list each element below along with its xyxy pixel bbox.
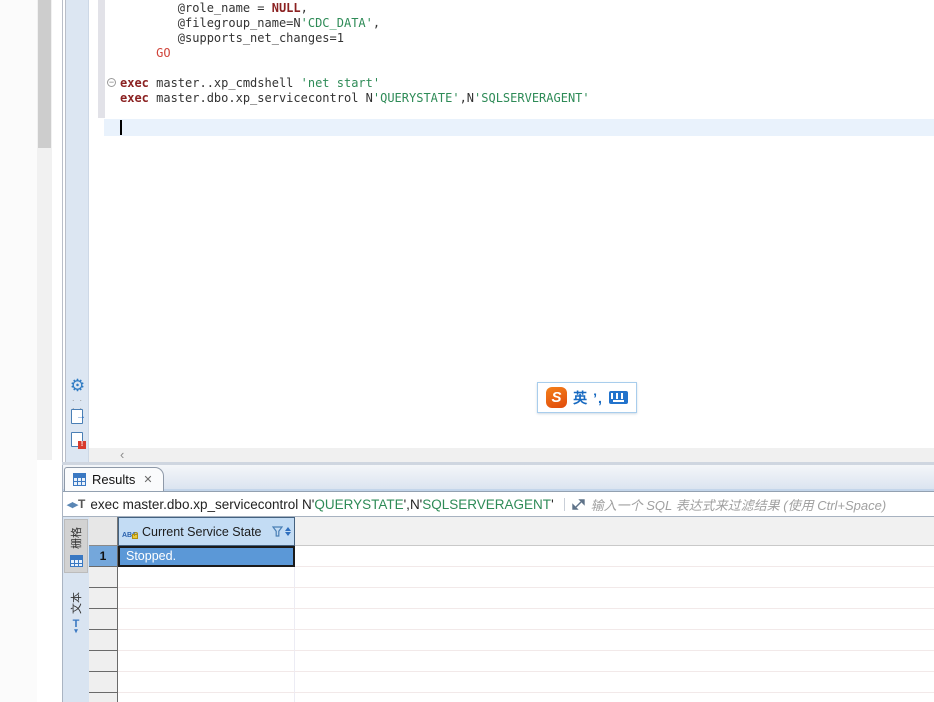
row-number-cell[interactable] (89, 672, 118, 693)
left-panel-edge (0, 0, 37, 702)
table-row[interactable] (89, 567, 934, 588)
horizontal-scrollbar[interactable]: ‹ (89, 448, 934, 462)
row-filler (295, 546, 934, 567)
current-line-highlight (104, 119, 934, 136)
changed-lines-bar (98, 0, 105, 118)
grid-icon (73, 473, 86, 486)
filter-placeholder: 输入一个 SQL 表达式来过滤结果 (使用 Ctrl+Space) (591, 495, 887, 514)
row-number-cell[interactable] (89, 693, 118, 702)
table-row[interactable] (89, 630, 934, 651)
tab-results[interactable]: Results ✕ (64, 467, 164, 491)
table-row[interactable] (89, 693, 934, 702)
close-icon[interactable]: ✕ (143, 473, 152, 486)
filter-funnel-icon[interactable] (272, 526, 283, 538)
table-row[interactable] (89, 588, 934, 609)
gear-icon[interactable]: ⚙ (69, 377, 86, 394)
expand-filter-icon[interactable] (564, 498, 585, 511)
data-cell[interactable] (118, 609, 295, 630)
keyboard-icon[interactable] (609, 391, 628, 404)
table-row[interactable] (89, 609, 934, 630)
table-row[interactable] (89, 672, 934, 693)
editor-side-toolbar: ⚙ · · · · → ! (66, 0, 89, 462)
filter-query-text[interactable]: exec master.dbo.xp_servicecontrol N'QUER… (90, 497, 553, 512)
script-error-icon[interactable]: ! (71, 432, 83, 447)
tab-results-label: Results (92, 472, 135, 487)
code-line: GO (120, 46, 590, 61)
scroll-left-icon[interactable]: ‹ (120, 448, 124, 462)
tab-grid-presentation[interactable]: 栅格 (64, 519, 88, 573)
row-number-cell[interactable]: 1 (89, 546, 118, 567)
sogou-logo-icon[interactable]: S (546, 387, 567, 408)
results-tabstrip: Results ✕ (63, 465, 934, 491)
row-filler (295, 588, 934, 609)
data-cell[interactable] (118, 588, 295, 609)
text-cursor (120, 120, 122, 135)
row-number-cell[interactable] (89, 567, 118, 588)
results-grid-area: 栅格 文本 T▾ ABC Current Service State (63, 517, 934, 702)
sort-arrows-icon[interactable] (285, 527, 291, 536)
row-number-cell[interactable] (89, 651, 118, 672)
code-line: exec master..xp_cmdshell 'net start' (120, 76, 590, 91)
data-cell[interactable] (118, 630, 295, 651)
code-line: @filegroup_name=N'CDC_DATA', (120, 16, 590, 31)
vertical-scrollbar-thumb[interactable] (38, 0, 51, 148)
export-script-icon[interactable]: → (71, 409, 83, 424)
code-line (120, 61, 590, 76)
row-filler (295, 672, 934, 693)
row-filler (295, 567, 934, 588)
row-filler (295, 609, 934, 630)
results-filter-bar[interactable]: ◂▸T exec master.dbo.xp_servicecontrol N'… (63, 491, 934, 517)
data-cell[interactable] (118, 693, 295, 702)
column-header-current-service-state[interactable]: ABC Current Service State (118, 517, 295, 546)
row-number-cell[interactable] (89, 630, 118, 651)
sql-code-editor[interactable]: − @role_name = NULL, @filegroup_name=N'C… (89, 0, 934, 448)
row-filler (295, 651, 934, 672)
table-row-selected[interactable]: 1Stopped. (89, 546, 934, 567)
row-filler (295, 693, 934, 702)
table-row[interactable] (89, 651, 934, 672)
row-number-cell[interactable] (89, 588, 118, 609)
sql-editor-window: ⚙ · · · · → ! − @role_name = NULL, @file… (0, 0, 934, 702)
presentation-tabs: 栅格 文本 T▾ (63, 517, 89, 702)
ime-language-mode[interactable]: 英 (573, 388, 587, 408)
grid-body: 1Stopped. (89, 546, 934, 702)
vertical-scrollbar[interactable] (37, 0, 52, 460)
ime-toolbar[interactable]: S 英 ’, (537, 382, 637, 413)
fold-collapse-icon[interactable]: − (107, 78, 116, 87)
data-cell[interactable] (118, 651, 295, 672)
result-grid[interactable]: ABC Current Service State 1St (89, 517, 934, 702)
row-number-cell[interactable] (89, 609, 118, 630)
row-filler (295, 630, 934, 651)
code-line: exec master.dbo.xp_servicecontrol N'QUER… (120, 91, 590, 106)
tab-text-presentation[interactable]: 文本 T▾ (64, 585, 88, 639)
code-line (120, 106, 590, 121)
grid-presentation-icon (70, 555, 83, 567)
data-cell[interactable] (118, 672, 295, 693)
results-panel: Results ✕ ◂▸T exec master.dbo.xp_service… (62, 465, 934, 702)
grid-header-filler (295, 517, 934, 546)
ime-punctuation-mode[interactable]: ’, (593, 390, 603, 406)
code-line: @supports_net_changes=1 (120, 31, 590, 46)
text-presentation-icon: T▾ (73, 620, 80, 634)
code-lines: @role_name = NULL, @filegroup_name=N'CDC… (120, 1, 590, 121)
grid-header-row: ABC Current Service State (89, 517, 934, 546)
grid-corner-cell[interactable] (89, 517, 118, 546)
string-type-icon: ABC (122, 526, 138, 538)
data-cell[interactable] (118, 567, 295, 588)
code-line: @role_name = NULL, (120, 1, 590, 16)
data-cell[interactable]: Stopped. (118, 546, 295, 567)
sql-expression-icon: ◂▸T (67, 497, 85, 511)
